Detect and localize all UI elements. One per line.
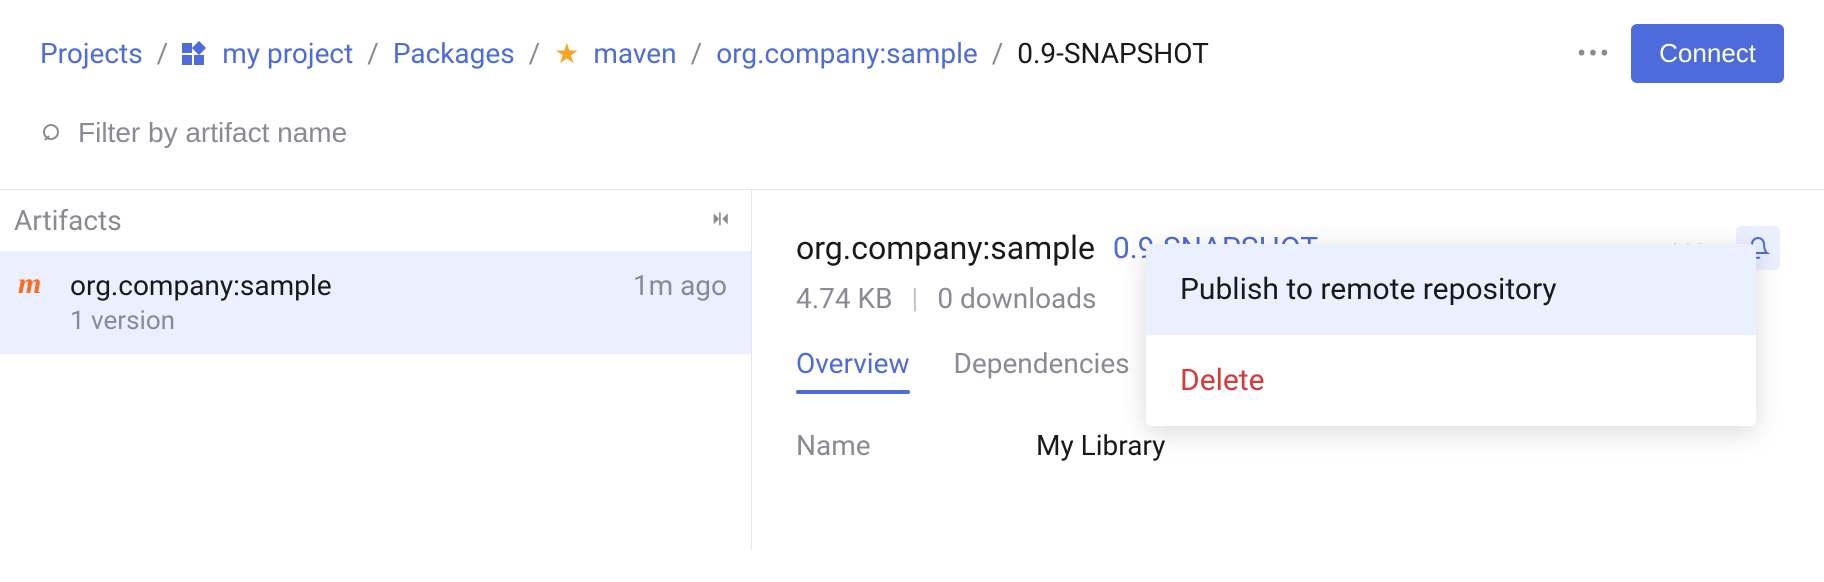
package-size: 4.74 KB — [796, 282, 893, 315]
detail-value-name: My Library — [1036, 429, 1165, 462]
tab-overview[interactable]: Overview — [796, 347, 910, 392]
project-icon — [182, 41, 208, 67]
maven-icon: m — [18, 269, 52, 299]
breadcrumb-project[interactable]: my project — [222, 37, 353, 70]
breadcrumb-version: 0.9-SNAPSHOT — [1017, 37, 1209, 70]
breadcrumb-sep: / — [691, 37, 703, 70]
breadcrumb-sep: / — [157, 37, 169, 70]
tab-dependencies[interactable]: Dependencies — [954, 347, 1130, 392]
breadcrumb-sep: / — [992, 37, 1004, 70]
filter-input[interactable] — [78, 117, 678, 149]
breadcrumb-packages[interactable]: Packages — [393, 37, 515, 70]
menu-item-publish[interactable]: Publish to remote repository — [1146, 244, 1756, 335]
breadcrumb-projects[interactable]: Projects — [40, 37, 143, 70]
artifacts-title: Artifacts — [14, 204, 122, 237]
package-downloads: 0 downloads — [937, 282, 1096, 315]
breadcrumb-repo[interactable]: maven — [593, 37, 676, 70]
menu-item-delete[interactable]: Delete — [1146, 335, 1756, 426]
connect-button[interactable]: Connect — [1631, 24, 1784, 83]
star-icon: ★ — [554, 40, 579, 68]
artifact-name: org.company:sample — [70, 269, 615, 302]
breadcrumb-sep: / — [529, 37, 541, 70]
detail-label-name: Name — [796, 429, 996, 462]
breadcrumb-package[interactable]: org.company:sample — [716, 37, 978, 70]
artifact-time: 1m ago — [633, 269, 727, 302]
package-name: org.company:sample — [796, 229, 1095, 267]
breadcrumb: Projects / my project / Packages / ★ mav… — [40, 37, 1557, 70]
artifact-row[interactable]: m org.company:sample 1 version 1m ago — [0, 251, 751, 354]
search-icon — [40, 121, 64, 145]
breadcrumb-sep: / — [367, 37, 379, 70]
collapse-panel-icon[interactable] — [705, 208, 731, 234]
artifact-versions: 1 version — [70, 306, 615, 336]
more-icon[interactable]: ••• — [1565, 34, 1623, 74]
package-actions-menu: Publish to remote repository Delete — [1146, 244, 1756, 426]
